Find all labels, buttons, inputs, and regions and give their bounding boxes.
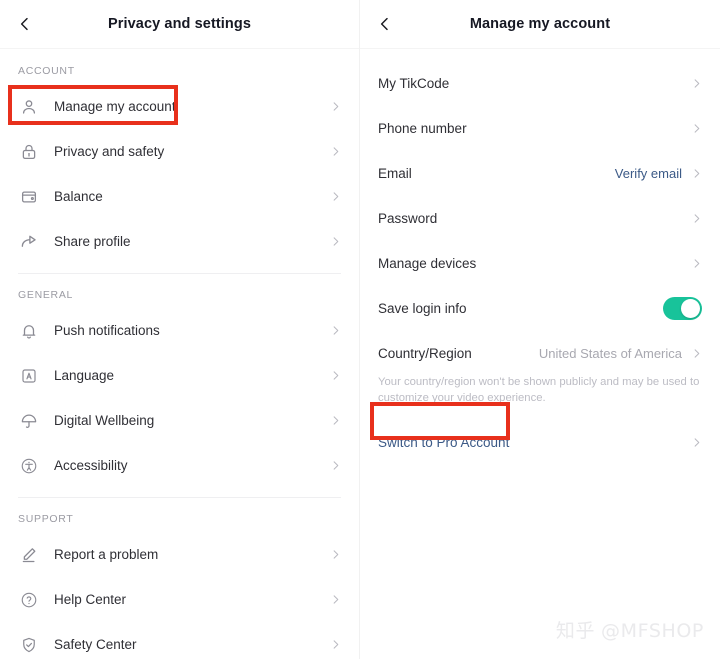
save-login-info-toggle[interactable] xyxy=(663,297,702,320)
sidebar-item-label: Accessibility xyxy=(54,458,128,473)
chevron-right-icon xyxy=(690,258,702,270)
page-title: Privacy and settings xyxy=(107,16,252,32)
chevron-left-icon xyxy=(20,17,28,31)
account-item-label: Email xyxy=(378,166,412,181)
sidebar-item-report-a-problem[interactable]: Report a problem xyxy=(0,532,359,577)
right-nav-bar: Manage my account xyxy=(360,0,720,49)
pencil-icon xyxy=(18,544,40,566)
account-item-label: Country/Region xyxy=(378,346,472,361)
chevron-right-icon xyxy=(329,101,341,113)
account-item-phone-number[interactable]: Phone number xyxy=(360,106,720,151)
sidebar-item-label: Language xyxy=(54,368,115,383)
verify-email-link[interactable]: Verify email xyxy=(615,166,682,181)
account-item-label: Manage devices xyxy=(378,256,477,271)
switch-to-pro-account-label: Switch to Pro Account xyxy=(378,435,510,450)
page-title: Manage my account xyxy=(469,16,611,32)
watermark-site-mark: 知乎 xyxy=(555,620,596,642)
language-a-icon xyxy=(18,365,40,387)
sidebar-item-language[interactable]: Language xyxy=(0,353,359,398)
sidebar-item-label: Balance xyxy=(54,189,103,204)
chevron-right-icon xyxy=(329,549,341,561)
sidebar-item-help-center[interactable]: Help Center xyxy=(0,577,359,622)
account-item-email[interactable]: Email Verify email xyxy=(360,151,720,196)
chevron-right-icon xyxy=(329,460,341,472)
person-icon xyxy=(18,96,40,118)
sidebar-item-label: Help Center xyxy=(54,592,127,607)
account-item-my-tikcode[interactable]: My TikCode xyxy=(360,61,720,106)
sidebar-item-label: Push notifications xyxy=(54,323,160,338)
sidebar-item-label: Privacy and safety xyxy=(54,144,165,159)
chevron-right-icon xyxy=(329,236,341,248)
sidebar-item-privacy-and-safety[interactable]: Privacy and safety xyxy=(0,129,359,174)
sidebar-item-label: Share profile xyxy=(54,234,131,249)
section-label-general: GENERAL xyxy=(18,289,74,301)
sidebar-item-balance[interactable]: Balance xyxy=(0,174,359,219)
sidebar-item-digital-wellbeing[interactable]: Digital Wellbeing xyxy=(0,398,359,443)
chevron-right-icon xyxy=(690,348,702,360)
wallet-icon xyxy=(18,186,40,208)
account-item-label: Password xyxy=(378,211,438,226)
country-region-help-text: Your country/region won't be shown publi… xyxy=(378,376,700,404)
section-label-account: ACCOUNT xyxy=(18,65,75,77)
chevron-right-icon xyxy=(329,415,341,427)
dual-screenshot-container: Privacy and settings ACCOUNT Manage my a… xyxy=(0,0,720,659)
sidebar-item-manage-my-account[interactable]: Manage my account xyxy=(0,84,359,129)
account-item-label: Save login info xyxy=(378,301,467,316)
section-label-support: SUPPORT xyxy=(18,513,74,525)
back-button[interactable] xyxy=(10,9,40,39)
sidebar-item-accessibility[interactable]: Accessibility xyxy=(0,443,359,488)
chevron-right-icon xyxy=(690,123,702,135)
account-item-label: My TikCode xyxy=(378,76,450,91)
sidebar-item-label: Report a problem xyxy=(54,547,159,562)
sidebar-item-push-notifications[interactable]: Push notifications xyxy=(0,308,359,353)
account-item-country-region[interactable]: Country/Region United States of America xyxy=(360,331,720,376)
share-arrow-icon xyxy=(18,231,40,253)
question-circle-icon xyxy=(18,589,40,611)
switch-to-pro-account-row[interactable]: Switch to Pro Account xyxy=(360,420,720,465)
chevron-right-icon xyxy=(329,370,341,382)
watermark: 知乎 @MFSHOP xyxy=(556,616,704,643)
chevron-right-icon xyxy=(329,325,341,337)
sidebar-item-share-profile[interactable]: Share profile xyxy=(0,219,359,264)
chevron-right-icon xyxy=(690,168,702,180)
manage-my-account-screen: Manage my account My TikCode Phone numbe… xyxy=(360,0,720,659)
account-item-save-login-info: Save login info xyxy=(360,286,720,331)
chevron-left-icon xyxy=(380,17,388,31)
left-nav-bar: Privacy and settings xyxy=(0,0,359,49)
account-item-password[interactable]: Password xyxy=(360,196,720,241)
shield-check-icon xyxy=(18,634,40,656)
chevron-right-icon xyxy=(690,437,702,449)
toggle-knob xyxy=(681,299,700,318)
chevron-right-icon xyxy=(329,146,341,158)
chevron-right-icon xyxy=(690,78,702,90)
back-button[interactable] xyxy=(370,9,400,39)
chevron-right-icon xyxy=(329,191,341,203)
lock-icon xyxy=(18,141,40,163)
account-item-label: Phone number xyxy=(378,121,467,136)
chevron-right-icon xyxy=(690,213,702,225)
sidebar-item-safety-center[interactable]: Safety Center xyxy=(0,622,359,667)
watermark-handle: @MFSHOP xyxy=(601,620,704,642)
umbrella-icon xyxy=(18,410,40,432)
accessibility-icon xyxy=(18,455,40,477)
sidebar-item-label: Digital Wellbeing xyxy=(54,413,155,428)
chevron-right-icon xyxy=(329,639,341,651)
privacy-and-settings-screen: Privacy and settings ACCOUNT Manage my a… xyxy=(0,0,360,659)
sidebar-item-label: Safety Center xyxy=(54,637,137,652)
country-region-value: United States of America xyxy=(538,346,682,361)
bell-icon xyxy=(18,320,40,342)
chevron-right-icon xyxy=(329,594,341,606)
account-item-manage-devices[interactable]: Manage devices xyxy=(360,241,720,286)
sidebar-item-label: Manage my account xyxy=(54,99,176,114)
